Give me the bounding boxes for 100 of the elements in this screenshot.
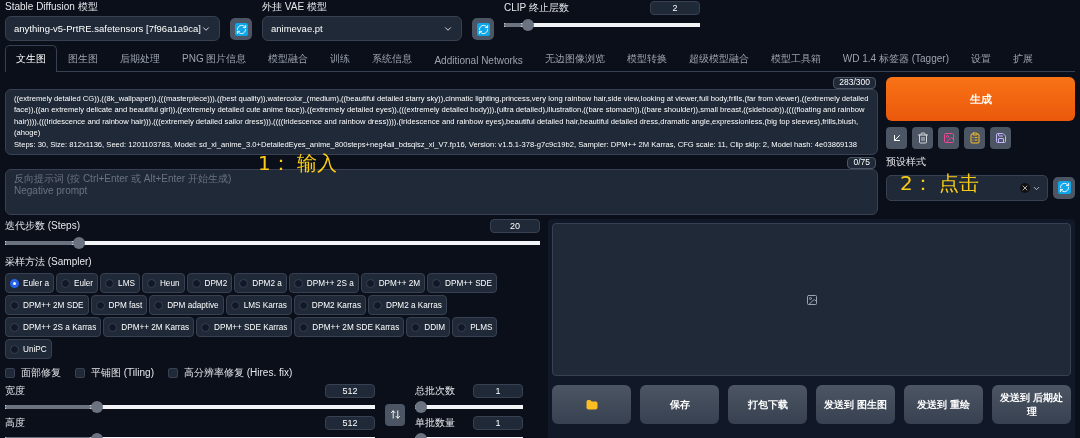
radio-dot[interactable]	[239, 278, 249, 288]
tab[interactable]: 设置	[959, 45, 1002, 72]
checkbox[interactable]	[5, 368, 15, 378]
slider-track[interactable]	[415, 401, 523, 413]
refresh-button[interactable]	[1053, 176, 1075, 199]
radio-option[interactable]: DDIM	[406, 317, 451, 337]
tab[interactable]: 后期处理	[109, 45, 171, 72]
save-button[interactable]	[990, 127, 1011, 149]
radio-dot[interactable]	[457, 322, 467, 332]
refresh-button[interactable]	[230, 18, 252, 40]
slider-fill[interactable]	[5, 241, 73, 245]
radio-option[interactable]: LMS Karras	[225, 295, 292, 315]
radio-option[interactable]: DPM++ SDE	[427, 273, 497, 293]
radio-option[interactable]: DPM2	[186, 273, 233, 293]
number-field[interactable]: 1	[473, 384, 523, 398]
tab[interactable]: 超级模型融合	[677, 45, 760, 72]
radio-dot[interactable]	[146, 278, 156, 288]
output-button[interactable]: 发送到 重绘	[904, 385, 983, 424]
radio-dot[interactable]	[10, 278, 19, 288]
radio-dot[interactable]	[10, 322, 19, 332]
checkbox-label[interactable]: 平铺图 (Tiling)	[75, 366, 154, 380]
slider-thumb[interactable]	[415, 401, 427, 413]
swap-icon[interactable]	[389, 409, 401, 420]
tab[interactable]: 模型工具箱	[759, 45, 832, 72]
radio-option[interactable]: DPM++ 2S a Karras	[5, 317, 102, 337]
number-field[interactable]: 512	[325, 384, 375, 398]
radio-dot[interactable]	[432, 278, 442, 288]
tab[interactable]: 无边图像浏览	[533, 45, 616, 72]
radio-option[interactable]: Heun	[141, 273, 185, 293]
clipboard-button[interactable]	[964, 127, 985, 149]
radio-option[interactable]: DPM2 a Karras	[368, 295, 447, 315]
slider-fill[interactable]	[5, 405, 91, 409]
tab[interactable]: 系统信息	[361, 45, 424, 72]
radio-dot[interactable]	[293, 278, 303, 288]
refresh-button[interactable]	[472, 18, 494, 40]
radio-dot[interactable]	[10, 300, 19, 310]
radio-option[interactable]: UniPC	[5, 339, 52, 359]
output-button[interactable]: 发送到 后期处理	[992, 385, 1071, 424]
trash-icon[interactable]	[916, 132, 929, 144]
clear-icon[interactable]	[1020, 183, 1030, 193]
tab[interactable]: Additional Networks	[423, 48, 534, 72]
model-select[interactable]: anything-v5-PrtRE.safetensors [7f96a1a9ca]	[5, 16, 220, 41]
radio-option[interactable]: DPM++ 2M Karras	[103, 317, 195, 337]
checkbox-label[interactable]: 面部修复	[5, 366, 61, 380]
radio-option[interactable]: PLMS	[452, 317, 498, 337]
tab[interactable]: 模型转换	[615, 45, 678, 72]
radio-option[interactable]: DPM++ SDE Karras	[196, 317, 293, 337]
radio-dot[interactable]	[108, 322, 118, 332]
radio-dot[interactable]	[299, 322, 309, 332]
trash-button[interactable]	[912, 127, 933, 149]
radio-option[interactable]: DPM++ 2M SDE	[5, 295, 89, 315]
tab[interactable]: 扩展	[1001, 45, 1044, 72]
radio-dot[interactable]	[298, 300, 308, 310]
radio-dot[interactable]	[154, 300, 164, 310]
checkbox[interactable]	[75, 368, 85, 378]
radio-dot[interactable]	[201, 322, 211, 332]
tab[interactable]: 模型融合	[257, 45, 320, 72]
radio-dot[interactable]	[411, 322, 421, 332]
slider-thumb[interactable]	[73, 237, 85, 249]
arrow-button[interactable]	[886, 127, 907, 149]
image-icon[interactable]	[942, 132, 955, 144]
clipboard-icon[interactable]	[968, 132, 981, 144]
checkbox-label[interactable]: 高分辨率修复 (Hires. fix)	[167, 366, 293, 380]
radio-option[interactable]: Euler a	[5, 273, 54, 293]
radio-option[interactable]: DPM adaptive	[149, 295, 224, 315]
number-field[interactable]: 512	[325, 416, 375, 430]
slider-thumb[interactable]	[522, 19, 535, 31]
tab[interactable]: PNG 图片信息	[171, 45, 258, 72]
image-button[interactable]	[938, 127, 959, 149]
radio-dot[interactable]	[60, 278, 70, 288]
radio-dot[interactable]	[373, 300, 382, 310]
swap-button[interactable]	[385, 403, 405, 426]
output-button[interactable]: 保存	[640, 385, 719, 424]
slider-thumb[interactable]	[90, 401, 103, 413]
radio-option[interactable]: DPM fast	[90, 295, 148, 315]
tab[interactable]: 文生图	[5, 45, 57, 72]
radio-dot[interactable]	[95, 300, 105, 310]
radio-option[interactable]: DPM2 a	[234, 273, 287, 293]
tab[interactable]: 训练	[319, 45, 362, 72]
radio-option[interactable]: Euler	[55, 273, 99, 293]
radio-option[interactable]: LMS	[100, 273, 140, 293]
number-field[interactable]: 20	[490, 219, 540, 233]
number-field[interactable]: 1	[473, 416, 523, 430]
number-field[interactable]: 2	[650, 1, 700, 15]
checkbox[interactable]	[167, 368, 178, 378]
folder-button[interactable]	[552, 385, 631, 424]
radio-option[interactable]: DPM++ 2M SDE Karras	[294, 317, 405, 337]
radio-option[interactable]: DPM2 Karras	[293, 295, 366, 315]
vae-select[interactable]: animevae.pt	[262, 16, 462, 41]
output-button[interactable]: 打包下载	[728, 385, 807, 424]
radio-dot[interactable]	[105, 278, 115, 288]
save-icon[interactable]	[994, 132, 1007, 144]
output-button[interactable]: 发送到 图生图	[816, 385, 895, 424]
radio-option[interactable]: DPM++ 2M	[360, 273, 426, 293]
radio-dot[interactable]	[191, 278, 201, 288]
styles-select[interactable]	[886, 175, 1048, 201]
radio-dot[interactable]	[10, 344, 19, 354]
radio-dot[interactable]	[230, 300, 240, 310]
radio-option[interactable]: DPM++ 2S a	[288, 273, 359, 293]
tab[interactable]: WD 1.4 标签器 (Tagger)	[831, 45, 960, 72]
